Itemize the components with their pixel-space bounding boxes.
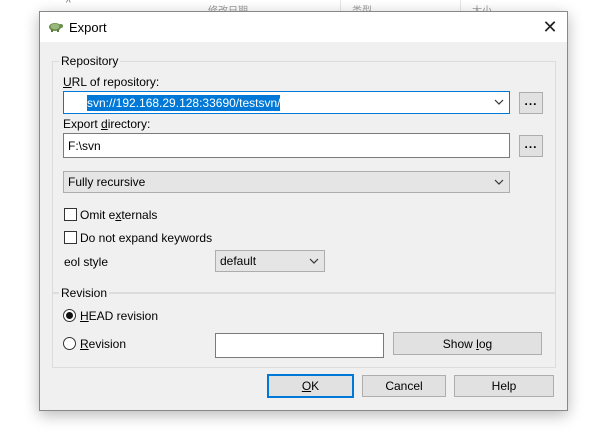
close-button[interactable]: ✕ [533, 12, 567, 42]
export-dialog: Export ✕ Repository URL of repository: s… [39, 11, 568, 411]
sort-caret-icon: ^ [66, 0, 71, 9]
ok-button[interactable]: OK [267, 374, 354, 398]
revision-group-label: Revision [59, 286, 110, 300]
url-value: svn://192.168.29.128:33690/testsvn/ [87, 95, 281, 111]
tortoise-icon [48, 18, 64, 34]
revision-label[interactable]: Revision [80, 337, 126, 351]
close-icon: ✕ [542, 16, 558, 37]
depth-value: Fully recursive [68, 175, 146, 189]
depth-dropdown[interactable]: Fully recursive [63, 171, 510, 193]
export-directory-label: Export directory: [63, 117, 151, 131]
no-expand-keywords-checkbox[interactable] [64, 231, 77, 244]
repository-group-label: Repository [59, 54, 121, 68]
chevron-down-icon [494, 179, 504, 185]
omit-externals-label[interactable]: Omit externals [80, 208, 157, 222]
head-revision-radio[interactable] [63, 309, 76, 322]
revision-input[interactable] [215, 333, 384, 358]
help-button[interactable]: Help [454, 375, 554, 397]
eol-style-label: eol style [64, 255, 109, 269]
revision-radio[interactable] [63, 337, 76, 350]
export-directory-input[interactable]: F:\svn [63, 133, 510, 158]
no-expand-keywords-label[interactable]: Do not expand keywords [80, 231, 212, 245]
export-browse-button[interactable]: ... [519, 135, 543, 157]
eol-style-value: default [220, 254, 257, 268]
omit-externals-checkbox[interactable] [64, 208, 77, 221]
title-bar[interactable]: Export ✕ [40, 12, 567, 42]
head-revision-label[interactable]: HEAD revision [80, 309, 158, 323]
url-label: URL of repository: [63, 75, 160, 89]
cancel-button[interactable]: Cancel [362, 375, 446, 397]
dialog-title: Export [69, 20, 107, 35]
url-combobox[interactable]: svn://192.168.29.128:33690/testsvn/ [63, 91, 510, 114]
eol-style-dropdown[interactable]: default [215, 250, 325, 272]
export-directory-value: F:\svn [68, 139, 101, 153]
url-browse-button[interactable]: ... [519, 92, 543, 114]
chevron-down-icon[interactable] [494, 97, 504, 107]
show-log-button[interactable]: Show log [393, 332, 542, 355]
chevron-down-icon [309, 258, 319, 264]
